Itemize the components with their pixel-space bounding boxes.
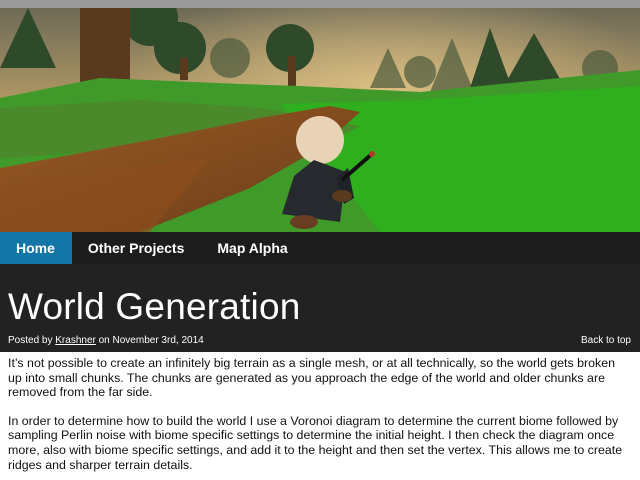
author-link[interactable]: Krashner (55, 335, 96, 346)
post-date: on November 3rd, 2014 (98, 335, 204, 346)
post-meta: Posted by Krashner on November 3rd, 2014 (8, 335, 204, 346)
paragraph: In order to determine how to build the w… (8, 413, 623, 472)
hero-game-screenshot (0, 8, 640, 232)
nav-map-alpha[interactable]: Map Alpha (201, 232, 304, 264)
page-title: World Generation (8, 286, 301, 327)
nav-home[interactable]: Home (0, 232, 72, 264)
posted-by-label: Posted by (8, 335, 53, 346)
post-header: World Generation Posted by Krashner on N… (0, 264, 640, 352)
paragraph: It’s not possible to create an infinitel… (8, 356, 616, 400)
nav-other-projects[interactable]: Other Projects (72, 232, 201, 264)
main-nav: Home Other Projects Map Alpha (0, 232, 640, 264)
post-body: It’s not possible to create an infinitel… (0, 352, 640, 472)
back-to-top-link[interactable]: Back to top (581, 335, 631, 346)
top-strip (0, 0, 640, 8)
